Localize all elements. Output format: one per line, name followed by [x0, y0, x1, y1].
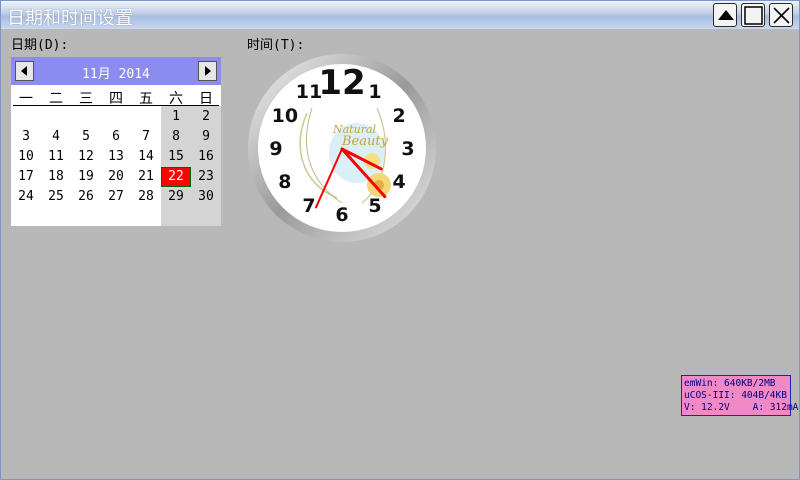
calendar-day[interactable]: 27 [101, 187, 131, 207]
title-bar[interactable]: 日期和时间设置 [1, 1, 799, 29]
weekday-divider [13, 105, 219, 106]
calendar-day[interactable]: 7 [131, 127, 161, 147]
clock-numeral: 7 [302, 195, 315, 217]
close-button[interactable] [769, 3, 793, 27]
calendar-month-year: 11月 2014 [82, 67, 150, 82]
calendar-day[interactable]: 1 [161, 107, 191, 127]
window-title: 日期和时间设置 [7, 8, 133, 29]
calendar-widget[interactable]: 11月 2014 一二三四五六日 1 2 3 4 5 6 7 8 9 10 11 12 13 14 15 16… [11, 57, 221, 226]
triangle-up-icon [718, 10, 734, 20]
restore-button[interactable] [741, 3, 765, 27]
calendar-day[interactable]: 25 [41, 187, 71, 207]
clock-numeral: 12 [318, 63, 365, 103]
system-status-box: emWin: 640KB/2MB uCOS-III: 404B/4KB V: 1… [681, 375, 799, 416]
calendar-day[interactable]: 16 [191, 147, 221, 167]
date-time-settings-window: 日期和时间设置 日期(D): 时间(T): 11月 2014 一 二 三 四 五… [0, 0, 800, 480]
clock-numeral: 8 [278, 171, 291, 193]
calendar-day[interactable]: 3 [11, 127, 41, 147]
status-power: V: 12.2V A: 312mA [684, 402, 799, 413]
triangle-right-icon [205, 66, 211, 76]
clock-numeral: 9 [269, 138, 282, 160]
triangle-left-icon [21, 66, 27, 76]
status-ucos: uCOS-III: 404B/4KB [684, 390, 787, 401]
calendar-day[interactable]: 28 [131, 187, 161, 207]
calendar-day[interactable]: 11 [41, 147, 71, 167]
square-icon [744, 6, 763, 25]
calendar-day[interactable]: 4 [41, 127, 71, 147]
calendar-day[interactable]: 26 [71, 187, 101, 207]
close-icon [773, 7, 790, 24]
clock-numeral: 11 [296, 81, 322, 103]
calendar-day[interactable]: 29 [161, 187, 191, 207]
calendar-day[interactable]: 20 [101, 167, 131, 187]
clock-numeral: 1 [368, 81, 381, 103]
calendar-day[interactable]: 5 [71, 127, 101, 147]
clock-numeral: 5 [368, 195, 381, 217]
calendar-day[interactable]: 6 [101, 127, 131, 147]
calendar-day[interactable]: 2 [191, 107, 221, 127]
calendar-day[interactable]: 15 [161, 147, 191, 167]
calendar-day[interactable]: 9 [191, 127, 221, 147]
clock-numeral: 2 [393, 105, 406, 127]
clock-numeral: 3 [401, 138, 414, 160]
clock-brand-line2: Beauty [341, 134, 389, 149]
calendar-day[interactable]: 19 [71, 167, 101, 187]
calendar-day-selected[interactable]: 22 [161, 167, 191, 187]
clock-numeral: 4 [393, 171, 406, 193]
prev-month-button[interactable] [15, 61, 34, 81]
clock-numeral: 10 [272, 105, 298, 127]
analog-clock[interactable]: Natural Beauty 12 1234567891011 [247, 53, 437, 243]
calendar-day[interactable]: 8 [161, 127, 191, 147]
status-emwin: emWin: 640KB/2MB [684, 378, 776, 389]
calendar-day[interactable]: 10 [11, 147, 41, 167]
calendar-header: 11月 2014 [11, 57, 221, 85]
calendar-day[interactable]: 23 [191, 167, 221, 187]
clock-numeral: 6 [335, 204, 348, 226]
next-month-button[interactable] [198, 61, 217, 81]
calendar-day[interactable]: 12 [71, 147, 101, 167]
calendar-day[interactable]: 13 [101, 147, 131, 167]
calendar-day[interactable]: 24 [11, 187, 41, 207]
calendar-day[interactable]: 21 [131, 167, 161, 187]
date-label: 日期(D): [11, 38, 69, 53]
calendar-day[interactable]: 30 [191, 187, 221, 207]
maximize-button[interactable] [713, 3, 737, 27]
calendar-day[interactable]: 17 [11, 167, 41, 187]
time-label: 时间(T): [247, 38, 305, 53]
calendar-day[interactable]: 18 [41, 167, 71, 187]
calendar-day[interactable]: 14 [131, 147, 161, 167]
